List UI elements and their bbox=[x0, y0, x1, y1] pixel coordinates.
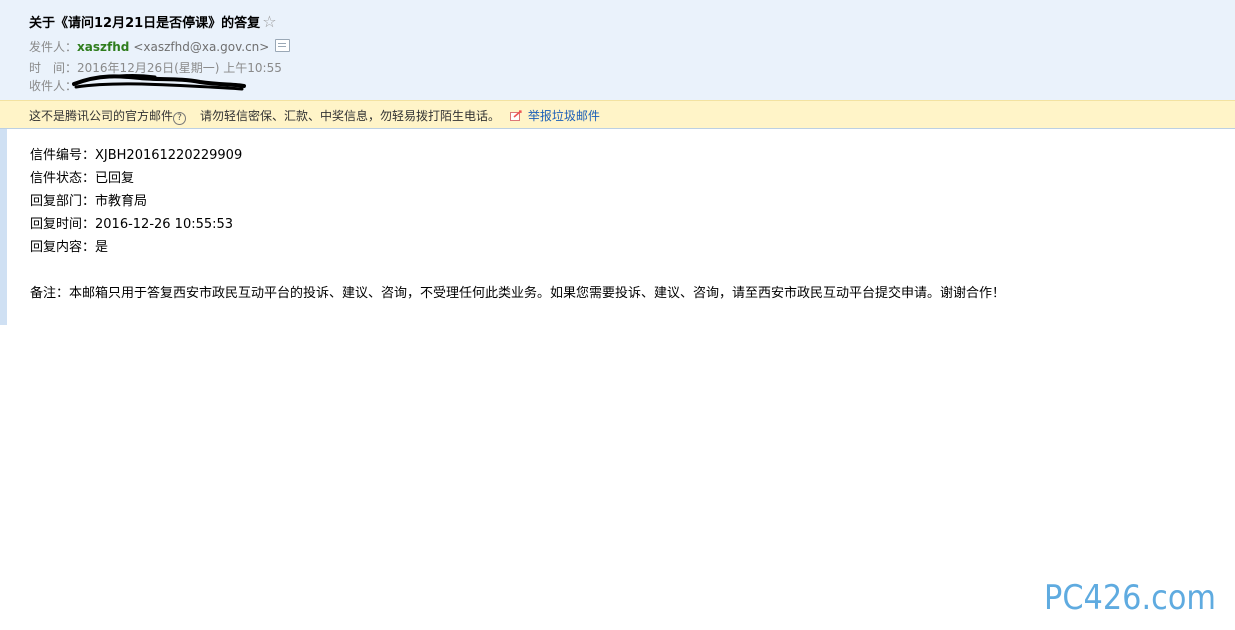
watermark-text: PC426.com bbox=[1044, 578, 1216, 617]
site-watermark: PC426.com bbox=[1044, 578, 1216, 617]
sender-label: 发件人： bbox=[29, 40, 78, 54]
warning-advice-text: 请勿轻信密保、汇款、中奖信息，勿轻易拨打陌生电话。 bbox=[200, 109, 501, 123]
help-icon[interactable]: ? bbox=[173, 112, 187, 125]
report-spam-link[interactable]: 举报垃圾邮件 bbox=[528, 109, 600, 123]
contact-card-icon[interactable] bbox=[275, 39, 291, 52]
email-subject: 关于《请问12月21日是否停课》的答复 ☆ bbox=[29, 12, 277, 31]
reply-time-line: 回复时间：2016-12-26 10:55:53 bbox=[30, 217, 234, 232]
sender-row: 发件人：xaszfhd <xaszfhd@xa.gov.cn> bbox=[29, 38, 291, 55]
security-warning-bar: 这不是腾讯公司的官方邮件? 请勿轻信密保、汇款、中奖信息，勿轻易拨打陌生电话。 举… bbox=[0, 100, 1235, 129]
sender-address: <xaszfhd@xa.gov.cn> bbox=[133, 40, 270, 54]
email-body: 信件编号：XJBH20161220229909 信件状态：已回复 回复部门：市教… bbox=[30, 146, 242, 261]
subject-text: 关于《请问12月21日是否停课》的答复 bbox=[29, 16, 261, 31]
reply-content-line: 回复内容：是 bbox=[30, 240, 109, 255]
sender-name[interactable]: xaszfhd bbox=[77, 40, 129, 54]
star-icon[interactable]: ☆ bbox=[262, 12, 276, 31]
letter-number-line: 信件编号：XJBH20161220229909 bbox=[30, 148, 243, 163]
email-header: 关于《请问12月21日是否停课》的答复 ☆ 发件人：xaszfhd <xaszfhd… bbox=[0, 0, 1235, 101]
email-note: 备注：本邮箱只用于答复西安市政民互动平台的投诉、建议、咨询，不受理任何此类业务。… bbox=[30, 286, 1006, 301]
reply-department-line: 回复部门：市教育局 bbox=[30, 194, 148, 209]
warning-official-text: 这不是腾讯公司的官方邮件 bbox=[29, 109, 174, 123]
letter-status-line: 信件状态：已回复 bbox=[30, 171, 135, 186]
report-icon bbox=[509, 110, 522, 121]
warning-text-row: 这不是腾讯公司的官方邮件? 请勿轻信密保、汇款、中奖信息，勿轻易拨打陌生电话。 举… bbox=[29, 107, 600, 125]
redaction-scribble bbox=[72, 74, 246, 91]
